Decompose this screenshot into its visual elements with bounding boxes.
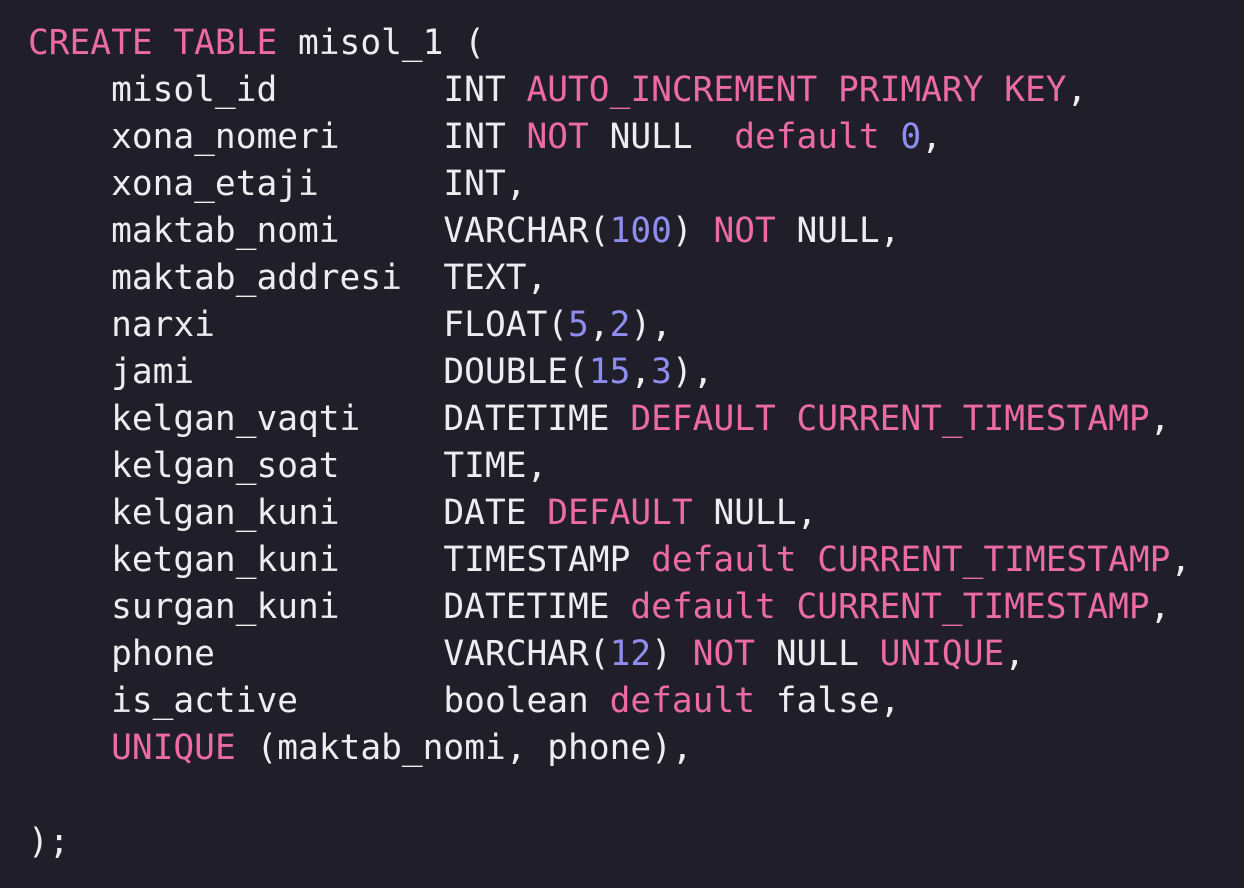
code-line: surgan_kuni DATETIME default CURRENT_TIM… xyxy=(28,584,1191,631)
code-text: maktab_nomi VARCHAR( xyxy=(28,211,610,251)
code-line: kelgan_kuni DATE DEFAULT NULL, xyxy=(28,490,1191,537)
code-line: is_active boolean default false, xyxy=(28,678,1191,725)
code-line: UNIQUE (maktab_nomi, phone), xyxy=(28,725,1191,772)
code-text: false, xyxy=(755,681,901,721)
sql-keyword: UNIQUE xyxy=(111,728,236,768)
code-line: jami DOUBLE(15,3), xyxy=(28,349,1191,396)
code-text: , xyxy=(1066,70,1088,110)
number-literal: 12 xyxy=(609,634,652,674)
code-text: (maktab_nomi, phone), xyxy=(235,728,693,768)
code-text: , xyxy=(1004,634,1026,674)
code-text: xona_etaji INT, xyxy=(28,164,527,204)
sql-keyword: default xyxy=(734,117,880,157)
number-literal: 15 xyxy=(588,352,631,392)
code-text: narxi FLOAT( xyxy=(28,305,569,345)
sql-keyword: DEFAULT CURRENT_TIMESTAMP xyxy=(630,399,1150,439)
code-text: , xyxy=(1170,540,1192,580)
code-text: surgan_kuni DATETIME xyxy=(28,587,631,627)
code-text: jami DOUBLE( xyxy=(28,352,589,392)
sql-keyword: NOT xyxy=(692,634,755,674)
code-text: ), xyxy=(671,352,714,392)
code-text: , xyxy=(1149,399,1171,439)
code-editor: CREATE TABLE misol_1 ( misol_id INT AUTO… xyxy=(0,0,1244,888)
sql-keyword: AUTO_INCREMENT PRIMARY KEY xyxy=(526,70,1067,110)
code-text: NULL xyxy=(588,117,735,157)
code-text: kelgan_soat TIME, xyxy=(28,446,548,486)
number-literal: 3 xyxy=(651,352,672,392)
sql-keyword: NOT xyxy=(713,211,776,251)
code-text: misol_1 ( xyxy=(277,23,485,63)
sql-keyword: default CURRENT_TIMESTAMP xyxy=(630,587,1150,627)
sql-keyword: CREATE TABLE xyxy=(28,23,278,63)
code-line: narxi FLOAT(5,2), xyxy=(28,302,1191,349)
number-literal: 5 xyxy=(568,305,589,345)
code-line: kelgan_vaqti DATETIME DEFAULT CURRENT_TI… xyxy=(28,396,1191,443)
sql-keyword: DEFAULT xyxy=(547,493,693,533)
sql-keyword: default CURRENT_TIMESTAMP xyxy=(651,540,1171,580)
code-line: ketgan_kuni TIMESTAMP default CURRENT_TI… xyxy=(28,537,1191,584)
code-line: phone VARCHAR(12) NOT NULL UNIQUE, xyxy=(28,631,1191,678)
code-text: kelgan_vaqti DATETIME xyxy=(28,399,631,439)
code-line: ); xyxy=(28,819,1191,866)
code-text: kelgan_kuni DATE xyxy=(28,493,548,533)
sql-keyword: NOT xyxy=(526,117,589,157)
code-line: xona_nomeri INT NOT NULL default 0, xyxy=(28,114,1191,161)
number-literal: 2 xyxy=(609,305,631,345)
code-text: NULL, xyxy=(692,493,818,533)
code-text: NULL xyxy=(755,634,880,674)
code-line: xona_etaji INT, xyxy=(28,161,1191,208)
code-line: misol_id INT AUTO_INCREMENT PRIMARY KEY, xyxy=(28,67,1191,114)
code-text: NULL, xyxy=(775,211,901,251)
code-text: misol_id INT xyxy=(28,70,527,110)
code-text: , xyxy=(921,117,942,157)
sql-code-block: CREATE TABLE misol_1 ( misol_id INT AUTO… xyxy=(28,20,1191,866)
code-text: ), xyxy=(630,305,672,345)
number-literal: 100 xyxy=(609,211,672,251)
code-text: ); xyxy=(28,822,70,862)
sql-keyword: UNIQUE xyxy=(879,634,1005,674)
code-line: maktab_addresi TEXT, xyxy=(28,255,1191,302)
code-text: is_active boolean xyxy=(28,681,610,721)
code-text: , xyxy=(630,352,652,392)
code-text: ) xyxy=(671,211,714,251)
code-text: phone VARCHAR( xyxy=(28,634,610,674)
code-text: ) xyxy=(651,634,693,674)
code-line: CREATE TABLE misol_1 ( xyxy=(28,20,1191,67)
number-literal: 0 xyxy=(900,117,922,157)
code-text: , xyxy=(588,305,610,345)
code-line: kelgan_soat TIME, xyxy=(28,443,1191,490)
code-text: ketgan_kuni TIMESTAMP xyxy=(28,540,652,580)
code-text: , xyxy=(1149,587,1171,627)
code-text: xona_nomeri INT xyxy=(28,117,527,157)
sql-keyword: default xyxy=(609,681,755,721)
code-line: maktab_nomi VARCHAR(100) NOT NULL, xyxy=(28,208,1191,255)
code-text: maktab_addresi TEXT, xyxy=(28,258,548,298)
